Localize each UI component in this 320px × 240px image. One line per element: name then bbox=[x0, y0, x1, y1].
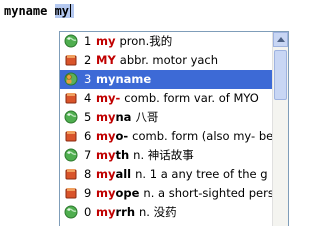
item-definition: comb. form var. of MYO bbox=[124, 91, 259, 105]
item-number: 4 bbox=[84, 91, 92, 105]
item-word: myth bbox=[96, 148, 129, 162]
item-word-match: my bbox=[96, 205, 116, 219]
item-definition: 八哥 bbox=[135, 110, 159, 124]
red-book-icon bbox=[64, 186, 78, 200]
item-word-rest: th bbox=[115, 148, 130, 162]
item-definition: n. 神话故事 bbox=[133, 148, 194, 162]
item-word-match: MY bbox=[96, 53, 116, 67]
item-word: myna bbox=[96, 110, 131, 124]
item-word-rest: rrh bbox=[115, 205, 136, 219]
item-definition: n. 没药 bbox=[139, 205, 177, 219]
item-number: 2 bbox=[84, 53, 92, 67]
item-number: 5 bbox=[84, 110, 92, 124]
item-definition: pron.我的 bbox=[119, 34, 173, 48]
list-item[interactable]: 6 myo-comb. form (also my- be bbox=[60, 127, 273, 146]
text-caret bbox=[70, 4, 72, 17]
list-item[interactable]: 5 myna 八哥 bbox=[60, 108, 273, 127]
item-word-match: my bbox=[96, 34, 116, 48]
item-word-match: my bbox=[96, 224, 115, 226]
list-item[interactable]: mythi pl. of MYTHU bbox=[60, 222, 273, 226]
item-word: myope bbox=[96, 186, 139, 200]
scroll-thumb[interactable] bbox=[274, 50, 287, 100]
item-word-match: my bbox=[96, 148, 116, 162]
item-definition: pl. of MYTHU bbox=[137, 224, 211, 226]
item-word-rest: name bbox=[115, 72, 152, 86]
red-book-icon bbox=[64, 53, 78, 67]
item-word: myo- bbox=[96, 129, 128, 143]
item-number: 1 bbox=[84, 34, 92, 48]
list-item[interactable]: 0 myrrh n. 没药 bbox=[60, 203, 273, 222]
user-globe-icon bbox=[64, 72, 78, 86]
item-number: 9 bbox=[84, 186, 92, 200]
list-item[interactable]: 3 myname bbox=[60, 70, 273, 89]
item-word-match: my bbox=[96, 110, 116, 124]
item-definition: n. a short-sighted pers bbox=[143, 186, 273, 200]
list-item[interactable]: 7 myth n. 神话故事 bbox=[60, 146, 273, 165]
item-word: my bbox=[96, 34, 115, 48]
item-word-match: my bbox=[96, 72, 116, 86]
red-book-icon bbox=[64, 129, 78, 143]
item-definition: n. 1 a any tree of the g bbox=[135, 167, 268, 181]
red-book-icon bbox=[64, 91, 78, 105]
item-number: 0 bbox=[84, 205, 92, 219]
item-word-match: my bbox=[96, 167, 116, 181]
item-number: 3 bbox=[84, 72, 92, 86]
committed-text: myname bbox=[4, 4, 55, 18]
composition-text: my bbox=[54, 4, 75, 18]
vertical-scrollbar[interactable] bbox=[272, 32, 288, 226]
item-word-rest: all bbox=[115, 167, 132, 181]
green-globe-icon bbox=[64, 110, 78, 124]
list-item[interactable]: 8 myall n. 1 a any tree of the g bbox=[60, 165, 273, 184]
item-word-rest: ope bbox=[115, 186, 140, 200]
item-word-match: my- bbox=[96, 91, 121, 105]
scroll-up-arrow-icon bbox=[277, 37, 285, 42]
list-item[interactable]: 2 MY abbr. motor yach bbox=[60, 51, 273, 70]
typed-text: my bbox=[54, 4, 70, 18]
item-word-match: my bbox=[96, 186, 116, 200]
item-word-rest: thi bbox=[115, 224, 133, 226]
suggestion-popup: 1 my pron.我的 2 MY abbr. motor yach 3 myname 4 my-… bbox=[59, 31, 289, 226]
red-book-icon bbox=[64, 224, 78, 226]
item-word: myname bbox=[96, 72, 151, 86]
item-word-match: my bbox=[96, 129, 116, 143]
item-definition: abbr. motor yach bbox=[119, 53, 219, 67]
list-item[interactable]: 4 my-comb. form var. of MYO bbox=[60, 89, 273, 108]
item-word: myrrh bbox=[96, 205, 135, 219]
item-number: 6 bbox=[84, 129, 92, 143]
scroll-up-button[interactable] bbox=[273, 32, 288, 47]
red-book-icon bbox=[64, 167, 78, 181]
list-item[interactable]: 9 myope n. a short-sighted pers bbox=[60, 184, 273, 203]
green-globe-icon bbox=[64, 34, 78, 48]
green-globe-icon bbox=[64, 148, 78, 162]
item-word-rest: na bbox=[115, 110, 132, 124]
item-word: mythi bbox=[96, 224, 133, 226]
item-definition: comb. form (also my- be bbox=[132, 129, 273, 143]
suggestion-list: 1 my pron.我的 2 MY abbr. motor yach 3 myname 4 my-… bbox=[60, 32, 273, 226]
item-word: my- bbox=[96, 91, 120, 105]
green-globe-icon bbox=[64, 205, 78, 219]
item-word-rest: o- bbox=[115, 129, 129, 143]
item-word: myall bbox=[96, 167, 131, 181]
list-item[interactable]: 1 my pron.我的 bbox=[60, 32, 273, 51]
item-word: MY bbox=[96, 53, 116, 67]
item-number: 8 bbox=[84, 167, 92, 181]
input-line[interactable]: myname my bbox=[4, 2, 75, 20]
item-number: 7 bbox=[84, 148, 92, 162]
